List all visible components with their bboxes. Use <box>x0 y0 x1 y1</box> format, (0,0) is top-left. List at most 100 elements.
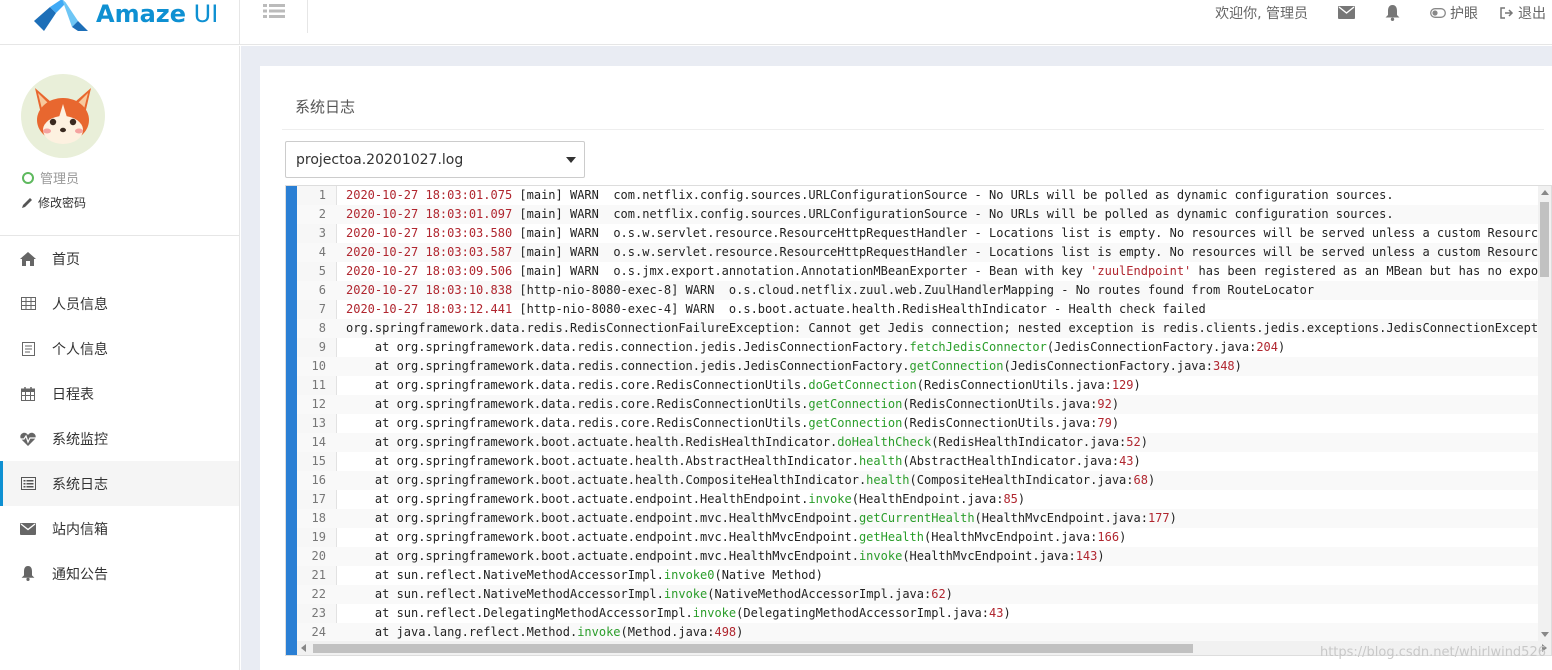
stack-frame-source: (HealthMvcEndpoint.java: <box>974 511 1148 525</box>
log-line: 22 at sun.reflect.NativeMethodAccessorIm… <box>297 585 1540 604</box>
log-line: 14 at org.springframework.boot.actuate.h… <box>297 433 1540 452</box>
scroll-down-icon[interactable] <box>1541 632 1549 637</box>
log-lines: 1 2020-10-27 18:03:01.075 [main] WARN com… <box>297 186 1540 641</box>
log-text: 2020-10-27 18:03:03.580 [main] WARN o.s.… <box>346 224 1540 243</box>
stack-frame-method: doHealthCheck <box>837 435 932 449</box>
stack-frame-source: (AbstractHealthIndicator.java: <box>902 454 1120 468</box>
divider <box>282 129 1544 130</box>
line-number: 3 <box>318 226 326 240</box>
stack-frame-method: getConnection <box>909 359 1004 373</box>
stack-frame-line: 348 <box>1212 359 1235 373</box>
stack-frame-line: 143 <box>1075 549 1098 563</box>
eye-care-toggle[interactable]: 护眼 <box>1430 3 1478 23</box>
sidebar-item-announcements[interactable]: 通知公告 <box>0 551 239 596</box>
stack-frame-class: at java.lang.reflect.Method. <box>346 625 578 639</box>
sidebar-item-mailbox[interactable]: 站内信箱 <box>0 506 239 551</box>
stack-frame-end: ) <box>1278 340 1286 354</box>
stack-frame-line: 177 <box>1147 511 1170 525</box>
sidebar-item-monitor[interactable]: 系统监控 <box>0 416 239 461</box>
log-text: at org.springframework.boot.actuate.heal… <box>346 452 1141 471</box>
sidebar-item-label: 通知公告 <box>52 566 108 583</box>
log-line: 24 at java.lang.reflect.Method.invoke(Me… <box>297 623 1540 641</box>
sidebar-item-label: 人员信息 <box>52 296 108 313</box>
stack-frame-source: (Method.java: <box>620 625 715 639</box>
amaze-logo-icon <box>34 0 88 31</box>
stack-frame-method: fetchJedisConnector <box>909 340 1047 354</box>
sidebar-item-label: 日程表 <box>52 386 94 403</box>
log-line: 18 at org.springframework.boot.actuate.e… <box>297 509 1540 528</box>
stack-frame-end: ) <box>1111 416 1120 430</box>
log-line: 9 at org.springframework.data.redis.conn… <box>297 338 1540 357</box>
sidebar-item-label: 系统监控 <box>52 431 108 448</box>
sidebar-item-label: 首页 <box>52 251 80 268</box>
log-text: 2020-10-27 18:03:12.441 [http-nio-8080-e… <box>346 300 1206 319</box>
vertical-scrollbar[interactable] <box>1538 186 1551 641</box>
stack-frame-method: doGetConnection <box>808 378 917 392</box>
scroll-left-icon[interactable] <box>301 644 306 652</box>
log-line: 3 2020-10-27 18:03:03.580 [main] WARN o.s… <box>297 224 1540 243</box>
stack-frame-line: 204 <box>1256 340 1279 354</box>
sidebar-item-personnel[interactable]: 人员信息 <box>0 281 239 326</box>
line-number: 1 <box>318 188 326 202</box>
line-number: 13 <box>311 416 326 430</box>
log-message: [main] WARN o.s.w.servlet.resource.Resou… <box>512 226 1540 240</box>
sidebar-item-schedule[interactable]: 日程表 <box>0 371 239 416</box>
stack-frame-source: (CompositeHealthIndicator.java: <box>909 473 1134 487</box>
log-viewer[interactable]: 1 2020-10-27 18:03:01.075 [main] WARN com… <box>285 185 1552 656</box>
logout-button[interactable]: 退出 <box>1500 3 1546 23</box>
line-number: 18 <box>311 511 326 525</box>
log-text: at org.springframework.data.redis.connec… <box>346 357 1242 376</box>
logo[interactable]: Amaze UI <box>0 0 240 45</box>
messages-button[interactable] <box>1338 6 1355 19</box>
sidebar-nav: 首页 人员信息 个人信息 日程表 系统监控 系统日志 站内信箱 通知公告 <box>0 236 239 596</box>
log-text: at org.springframework.boot.actuate.heal… <box>346 433 1148 452</box>
page-title: 系统日志 <box>295 98 356 116</box>
log-line: 6 2020-10-27 18:03:10.838 [http-nio-8080-… <box>297 281 1540 300</box>
sidebar-item-logs[interactable]: 系统日志 <box>0 461 239 506</box>
log-line: 23 at sun.reflect.DelegatingMethodAccess… <box>297 604 1540 623</box>
log-text: at sun.reflect.DelegatingMethodAccessorI… <box>346 604 1011 623</box>
vertical-scroll-thumb[interactable] <box>1540 202 1549 277</box>
log-timestamp: 2020-10-27 18:03:03.587 <box>346 245 513 259</box>
log-timestamp: 2020-10-27 18:03:03.580 <box>346 226 513 240</box>
log-line: 15 at org.springframework.boot.actuate.h… <box>297 452 1540 471</box>
sidebar-item-home[interactable]: 首页 <box>0 236 239 281</box>
line-number: 10 <box>311 359 326 373</box>
notifications-button[interactable] <box>1385 4 1400 21</box>
log-timestamp: 2020-10-27 18:03:09.506 <box>346 264 513 278</box>
avatar[interactable] <box>21 74 105 158</box>
stack-frame-class: at org.springframework.data.redis.core.R… <box>346 416 809 430</box>
stack-frame-method: getConnection <box>808 397 903 411</box>
log-text: at org.springframework.boot.actuate.heal… <box>346 471 1155 490</box>
stack-frame-source: (JedisConnectionFactory.java: <box>1003 359 1213 373</box>
horizontal-scroll-thumb[interactable] <box>313 644 1193 653</box>
stack-frame-line: 43 <box>989 606 1004 620</box>
stack-frame-end: ) <box>1133 454 1141 468</box>
stack-frame-end: ) <box>945 587 953 601</box>
scroll-up-icon[interactable] <box>1541 190 1549 195</box>
stack-frame-line: 498 <box>714 625 737 639</box>
home-icon <box>20 251 36 267</box>
stack-frame-end: ) <box>1169 511 1177 525</box>
quoted-string: 'zuulEndpoint' <box>1090 264 1192 278</box>
sidebar-item-label: 系统日志 <box>52 476 108 493</box>
stack-frame-method: getCurrentHealth <box>858 511 975 525</box>
log-line: 10 at org.springframework.data.redis.con… <box>297 357 1540 376</box>
log-timestamp: 2020-10-27 18:03:10.838 <box>346 283 513 297</box>
stack-frame-end: ) <box>1133 378 1141 392</box>
log-text: 2020-10-27 18:03:01.075 [main] WARN com.… <box>346 186 1394 205</box>
stack-frame-method: invoke <box>692 606 737 620</box>
log-text: at org.springframework.data.redis.core.R… <box>346 414 1119 433</box>
menu-toggle-button[interactable] <box>241 0 308 33</box>
stack-frame-method: health <box>858 454 903 468</box>
sidebar-item-profile[interactable]: 个人信息 <box>0 326 239 371</box>
log-line: 11 at org.springframework.data.redis.cor… <box>297 376 1540 395</box>
user-profile: 管理员 修改密码 <box>0 46 239 236</box>
stack-frame-class: at org.springframework.boot.actuate.heal… <box>346 473 867 487</box>
change-password-link[interactable]: 修改密码 <box>22 194 86 211</box>
online-status-icon <box>22 171 34 184</box>
log-file-select[interactable]: projectoa.20201027.log <box>285 141 585 178</box>
line-number: 11 <box>311 378 326 392</box>
log-file-select-value: projectoa.20201027.log <box>296 151 464 168</box>
log-line: 2 2020-10-27 18:03:01.097 [main] WARN com… <box>297 205 1540 224</box>
